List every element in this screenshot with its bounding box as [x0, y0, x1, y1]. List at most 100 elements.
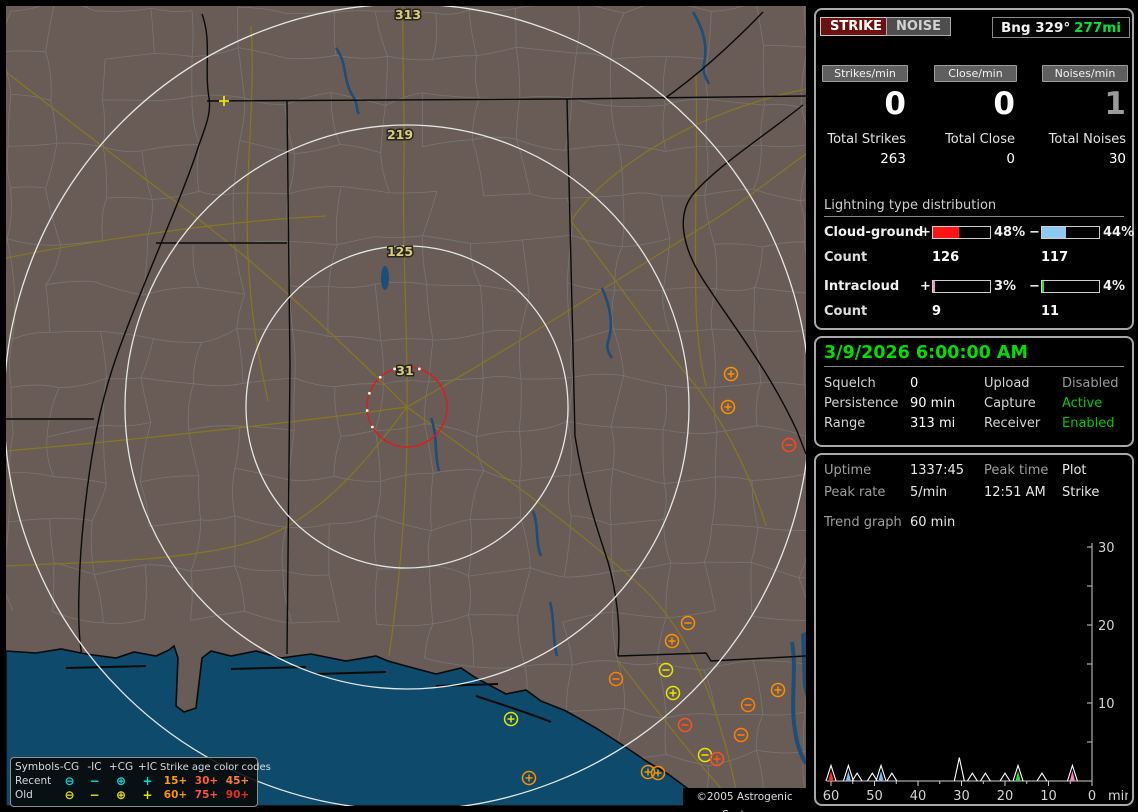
svg-text:30: 30	[953, 789, 970, 803]
plot-label: Plot	[1062, 463, 1087, 478]
svg-text:60: 60	[823, 789, 840, 803]
noises-per-min-chip: Noises/min	[1042, 65, 1128, 82]
circle-plus-icon: ⊕	[115, 774, 127, 788]
svg-text:30: 30	[1098, 541, 1115, 556]
ic-count-label: Count	[824, 304, 868, 319]
counters-panel: STRIKE NOISE Bng 329° 277mi Strikes/min …	[814, 8, 1134, 330]
age-code: 15+	[163, 775, 188, 787]
ic-positive-bar	[932, 280, 991, 293]
plus-icon: +	[142, 788, 153, 802]
legend-row-recent: Recent ⊖ − ⊕ +15+ 30+ 45+	[15, 774, 253, 788]
age-code: 45+	[225, 775, 250, 787]
peak-rate-label: Peak rate	[824, 485, 886, 500]
copyright-label: ©2005 Astrogenic Systems	[683, 788, 806, 812]
age-code: 30+	[194, 775, 219, 787]
ic-minus-sign: −	[1029, 279, 1040, 294]
trend-graph-label: Trend graph	[824, 515, 902, 530]
total-noises-value: 30	[1108, 151, 1126, 167]
cg-negative-bar	[1041, 226, 1100, 239]
noise-toggle-button[interactable]: NOISE	[886, 17, 952, 36]
legend-header-symbols: Symbols	[15, 761, 60, 773]
svg-text:10: 10	[1040, 789, 1057, 803]
peak-time-label: Peak time	[984, 463, 1049, 478]
uptime-label: Uptime	[824, 463, 872, 478]
age-code: 60+	[163, 789, 188, 801]
cg-negative-count: 117	[1041, 250, 1069, 265]
status-panel: 3/9/2026 6:00:00 AM Squelch 0 Persistenc…	[814, 336, 1134, 447]
map-symbol-legend: Symbols -CG -IC +CG +IC Strike age color…	[10, 757, 271, 807]
strikes-per-min-chip: Strikes/min	[822, 65, 908, 82]
range-value: 313 mi	[910, 416, 956, 431]
capture-label: Capture	[984, 396, 1036, 411]
range-ring-label: 125	[387, 244, 413, 259]
age-code: 90+	[225, 789, 250, 801]
peak-rate-value: 5/min	[910, 485, 948, 500]
range-ring-label: 219	[387, 127, 413, 142]
trend-graph: 10 20 30 60 50 40 30 20 10 0 min	[823, 541, 1128, 803]
cg-positive-bar	[932, 226, 991, 239]
app-window: 313 219 125 31 Symbols -CG -IC +CG +IC Stri…	[0, 0, 1138, 812]
cg-positive-count: 126	[932, 250, 960, 265]
legend-header-ncg: -CG	[59, 761, 80, 773]
svg-text:20: 20	[1098, 619, 1115, 634]
ic-negative-count: 11	[1041, 304, 1060, 319]
receiver-label: Receiver	[984, 416, 1041, 431]
bearing-value: Bng 329°	[1001, 19, 1071, 36]
upload-label: Upload	[984, 376, 1030, 391]
session-panel: Uptime 1337:45 Peak time Plot Peak rate …	[814, 453, 1134, 806]
upload-status: Disabled	[1062, 376, 1119, 391]
cg-negative-pct: 44%	[1103, 225, 1135, 240]
uptime-value: 1337:45	[910, 463, 965, 478]
minus-icon: −	[89, 774, 100, 788]
legend-age-label: Recent	[15, 775, 52, 787]
close-per-min-value: 0	[993, 86, 1015, 122]
strike-toggle-button[interactable]: STRIKE	[820, 17, 893, 36]
close-per-min-chip: Close/min	[934, 65, 1017, 82]
svg-text:min: min	[1108, 789, 1128, 803]
legend-header-pcg: +CG	[108, 761, 134, 773]
squelch-value: 0	[910, 376, 919, 391]
cg-plus-sign: +	[920, 225, 931, 240]
minus-icon: −	[89, 788, 100, 802]
ic-negative-bar	[1041, 280, 1100, 293]
persistence-value: 90 min	[910, 396, 956, 411]
legend-header-nic: -IC	[87, 761, 102, 773]
svg-text:0: 0	[1088, 789, 1096, 803]
legend-row-old: Old ⊖ − ⊕ +60+ 75+ 90+	[15, 788, 253, 802]
circle-minus-icon: ⊖	[64, 774, 75, 788]
persistence-label: Persistence	[824, 396, 899, 411]
svg-text:40: 40	[910, 789, 927, 803]
noises-per-min-value: 1	[1104, 86, 1126, 122]
lightning-map[interactable]: 313 219 125 31 Symbols -CG -IC +CG +IC Stri…	[6, 6, 806, 812]
peak-time-value: 12:51 AM	[984, 485, 1046, 500]
datetime-display: 3/9/2026 6:00:00 AM	[824, 343, 1124, 367]
ic-positive-pct: 3%	[994, 279, 1017, 294]
plot-mode-value: Strike	[1062, 485, 1100, 500]
range-ring-label: 31	[396, 363, 413, 378]
cg-positive-pct: 48%	[994, 225, 1026, 240]
receiver-status: Enabled	[1062, 416, 1115, 431]
ic-negative-pct: 4%	[1103, 279, 1126, 294]
svg-text:10: 10	[1098, 697, 1115, 712]
distribution-heading: Lightning type distribution	[824, 198, 1124, 217]
total-noises-label: Total Noises	[1048, 132, 1126, 147]
svg-text:50: 50	[866, 789, 883, 803]
legend-age-label: Old	[15, 789, 33, 801]
legend-header-age: Strike age color codes	[160, 761, 271, 773]
plus-icon: +	[142, 774, 153, 788]
squelch-label: Squelch	[824, 376, 876, 391]
ic-plus-sign: +	[920, 279, 931, 294]
svg-text:20: 20	[997, 789, 1014, 803]
range-label: Range	[824, 416, 866, 431]
bearing-readout: Bng 329° 277mi	[992, 17, 1130, 38]
range-ring-label: 313	[395, 7, 421, 22]
circle-minus-icon: ⊖	[64, 788, 75, 802]
distance-value: 277mi	[1074, 19, 1121, 36]
circle-plus-icon: ⊕	[115, 788, 127, 802]
cg-minus-sign: −	[1029, 225, 1040, 240]
cg-count-label: Count	[824, 250, 868, 265]
cloud-ground-label: Cloud-ground	[824, 225, 924, 240]
legend-header-pic: +IC	[137, 761, 158, 773]
intracloud-label: Intracloud	[824, 279, 900, 294]
capture-status: Active	[1062, 396, 1103, 411]
